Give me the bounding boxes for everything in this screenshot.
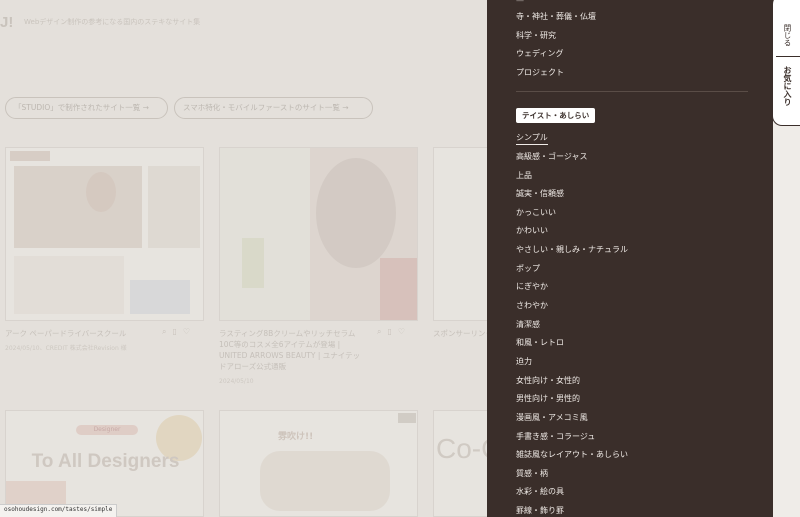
drawer-item[interactable]: 上品 xyxy=(516,171,532,181)
drawer-item[interactable]: 漫画風・アメコミ風 xyxy=(516,413,588,423)
drawer-item[interactable]: 質感・柄 xyxy=(516,469,548,479)
drawer-item[interactable]: 手書き感・コラージュ xyxy=(516,432,595,442)
section-label-taste: テイスト・あしらい xyxy=(516,108,596,123)
status-bar-url: osohoudesign.com/tastes/simple xyxy=(0,504,118,517)
drawer-item[interactable]: 清潔感 xyxy=(516,320,540,330)
drawer-item[interactable]: 女性向け・女性的 xyxy=(516,376,580,386)
drawer-item[interactable]: かわいい xyxy=(516,226,548,236)
drawer-item[interactable]: 科学・研究 xyxy=(516,31,556,41)
drawer-item[interactable]: プロジェクト xyxy=(516,68,564,78)
close-drawer-button[interactable]: 閉じる xyxy=(782,24,793,47)
drawer-item-active[interactable]: シンプル xyxy=(516,133,548,145)
drawer-item[interactable]: にぎやか xyxy=(516,282,548,292)
drawer-item[interactable]: 和風・レトロ xyxy=(516,338,564,348)
drawer-item[interactable]: 誠実・信頼感 xyxy=(516,189,564,199)
side-tab xyxy=(772,0,800,126)
drawer-item[interactable]: ポップ xyxy=(516,264,540,274)
drawer-item[interactable]: やさしい・親しみ・ナチュラル xyxy=(516,245,628,255)
drawer-item[interactable]: 雑誌風なレイアウト・あしらい xyxy=(516,450,628,460)
drawer-item[interactable]: 罫線・飾り罫 xyxy=(516,506,564,516)
drawer-divider xyxy=(516,91,748,92)
drawer-item[interactable]: 水彩・絵の具 xyxy=(516,487,564,497)
drawer-item[interactable]: ウェディング xyxy=(516,49,563,59)
drawer-item[interactable]: 高級感・ゴージャス xyxy=(516,152,587,162)
drawer-item[interactable]: 寺・神社・葬儀・仏壇 xyxy=(516,12,596,22)
drawer-item[interactable]: さわやか xyxy=(516,301,548,311)
drawer-item[interactable]: 男性向け・男性的 xyxy=(516,394,580,404)
drawer-item[interactable]: かっこいい xyxy=(516,208,556,218)
favorites-button[interactable]: お気に入り xyxy=(782,66,793,106)
side-tab-divider xyxy=(776,56,800,57)
drawer-item[interactable]: 迫力 xyxy=(516,357,532,367)
category-drawer: — 寺・神社・葬儀・仏壇 科学・研究 ウェディング プロジェクト テイスト・あし… xyxy=(487,0,773,517)
drawer-item-cut[interactable]: — xyxy=(516,0,524,6)
